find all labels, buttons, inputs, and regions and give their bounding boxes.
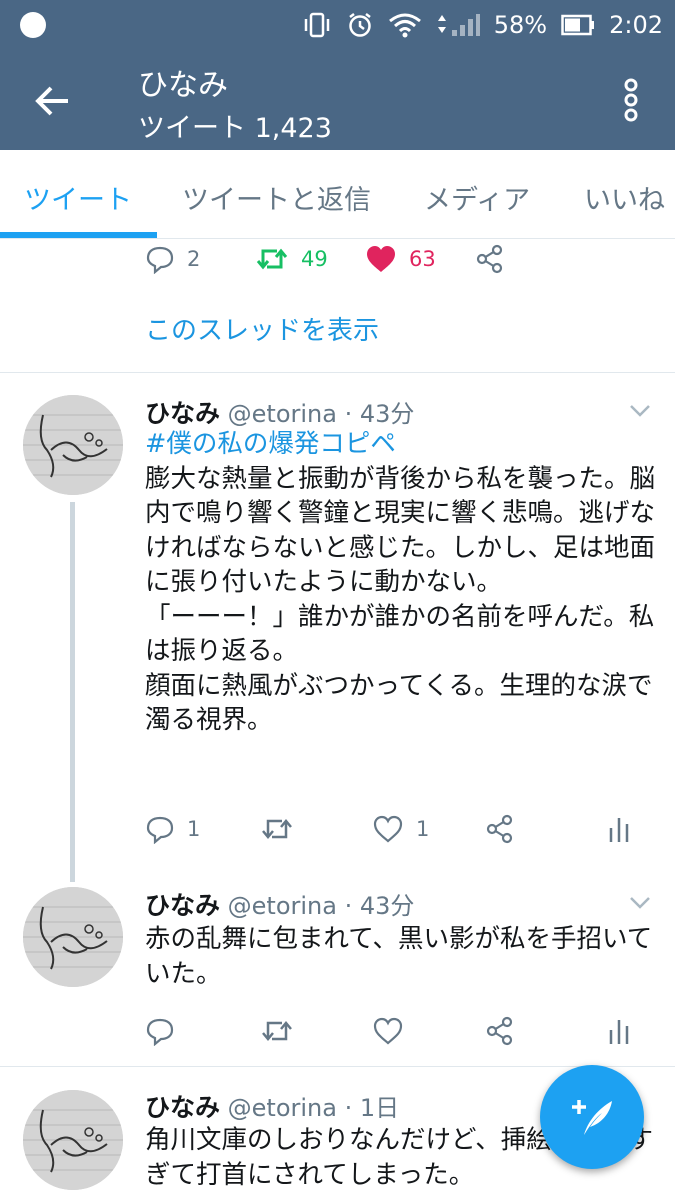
- timestamp: · 1日: [344, 1094, 400, 1122]
- tweet-body: 膨大な熱量と振動が背後から私を襲った。脳内で鳴り響く警鐘と現実に響く悲鳴。逃げな…: [145, 463, 656, 736]
- heart-icon: [373, 815, 403, 843]
- more-options-icon[interactable]: [623, 76, 639, 124]
- analytics-button[interactable]: [607, 1016, 631, 1046]
- retweet-button[interactable]: [260, 1016, 372, 1046]
- retweet-icon: [256, 248, 288, 270]
- share-icon: [486, 814, 513, 844]
- reply-icon: [146, 246, 174, 274]
- reply-count: 2: [187, 247, 201, 271]
- top-tweet-actions: 2 49 63: [145, 242, 505, 276]
- avatar[interactable]: [23, 1090, 123, 1190]
- handle[interactable]: @etorina: [228, 400, 337, 428]
- hashtag-link[interactable]: #僕の私の爆発コピペ: [145, 429, 396, 459]
- timestamp: · 43分: [344, 400, 415, 428]
- battery-icon: [561, 14, 595, 36]
- retweet-count: 49: [301, 247, 328, 271]
- reply-icon: [146, 816, 174, 844]
- reply-button[interactable]: [145, 1016, 260, 1046]
- share-icon: [486, 1016, 513, 1046]
- handle[interactable]: @etorina: [228, 892, 337, 920]
- share-button[interactable]: [485, 1016, 607, 1046]
- signal-icon: [436, 12, 480, 38]
- display-name[interactable]: ひなみ: [145, 399, 220, 428]
- divider: [0, 372, 675, 373]
- handle[interactable]: @etorina: [228, 1094, 337, 1122]
- tweet-header: ひなみ @etorina · 43分: [145, 886, 414, 922]
- reply-button[interactable]: 2: [145, 244, 255, 274]
- retweet-icon: [262, 1021, 292, 1041]
- tweet-actions: 1 1: [145, 812, 635, 846]
- back-arrow-icon[interactable]: [30, 78, 76, 124]
- wifi-icon: [388, 12, 422, 38]
- analytics-icon: [609, 1020, 629, 1044]
- share-icon: [476, 244, 503, 274]
- like-button[interactable]: [372, 1016, 485, 1046]
- clock: 2:02: [609, 11, 663, 39]
- chevron-down-icon[interactable]: [629, 896, 651, 910]
- profile-title: ひなみ: [138, 68, 228, 103]
- like-button[interactable]: 63: [365, 244, 475, 274]
- reply-icon: [146, 1018, 174, 1046]
- retweet-button[interactable]: [260, 814, 372, 844]
- divider: [0, 1066, 675, 1067]
- status-bar: 58% 2:02: [0, 0, 675, 50]
- like-button[interactable]: 1: [372, 814, 485, 844]
- avatar[interactable]: [23, 395, 123, 495]
- like-count: 63: [409, 247, 436, 271]
- tweet-count: ツイート 1,423: [138, 113, 332, 144]
- vibrate-icon: [302, 12, 332, 38]
- tab-tweets[interactable]: ツイート: [24, 178, 132, 217]
- tweet-actions: [145, 1014, 635, 1048]
- timestamp: · 43分: [344, 892, 415, 920]
- compose-feather-icon: [572, 1100, 612, 1135]
- avatar[interactable]: [23, 887, 123, 987]
- heart-icon: [373, 1017, 403, 1045]
- thread-connector: [70, 502, 75, 882]
- tweet-header: ひなみ @etorina · 1日: [145, 1088, 399, 1124]
- compose-tweet-button[interactable]: [540, 1065, 644, 1169]
- show-thread-link[interactable]: このスレッドを表示: [145, 310, 379, 347]
- share-button[interactable]: [475, 244, 505, 274]
- profile-tabs: ツイート ツイートと返信 メディア いいね: [0, 150, 675, 239]
- tweet-text: 赤の乱舞に包まれて、黒い影が私を手招いていた。: [145, 924, 653, 989]
- tab-tweets-and-replies[interactable]: ツイートと返信: [182, 178, 371, 217]
- tweet-header: ひなみ @etorina · 43分: [145, 394, 414, 430]
- like-count: 1: [416, 817, 430, 841]
- retweet-icon: [262, 819, 292, 839]
- chevron-down-icon[interactable]: [629, 404, 651, 418]
- heart-filled-icon: [367, 246, 395, 272]
- retweet-button[interactable]: 49: [255, 244, 365, 274]
- analytics-icon: [609, 818, 629, 842]
- reply-count: 1: [187, 817, 201, 841]
- reply-button[interactable]: 1: [145, 814, 260, 844]
- active-tab-indicator: [0, 232, 157, 238]
- analytics-button[interactable]: [607, 814, 631, 844]
- notification-dot-icon: [20, 12, 46, 38]
- app-bar: ひなみ ツイート 1,423: [0, 50, 675, 150]
- tweet-text: #僕の私の爆発コピペ 膨大な熱量と振動が背後から私を襲った。脳内で鳴り響く警鐘と…: [145, 427, 655, 738]
- display-name[interactable]: ひなみ: [145, 891, 220, 920]
- tab-likes[interactable]: いいね: [584, 178, 665, 217]
- alarm-icon: [346, 11, 374, 39]
- display-name[interactable]: ひなみ: [145, 1093, 220, 1122]
- share-button[interactable]: [485, 814, 607, 844]
- battery-percent: 58%: [493, 11, 548, 39]
- tab-media[interactable]: メディア: [424, 178, 530, 217]
